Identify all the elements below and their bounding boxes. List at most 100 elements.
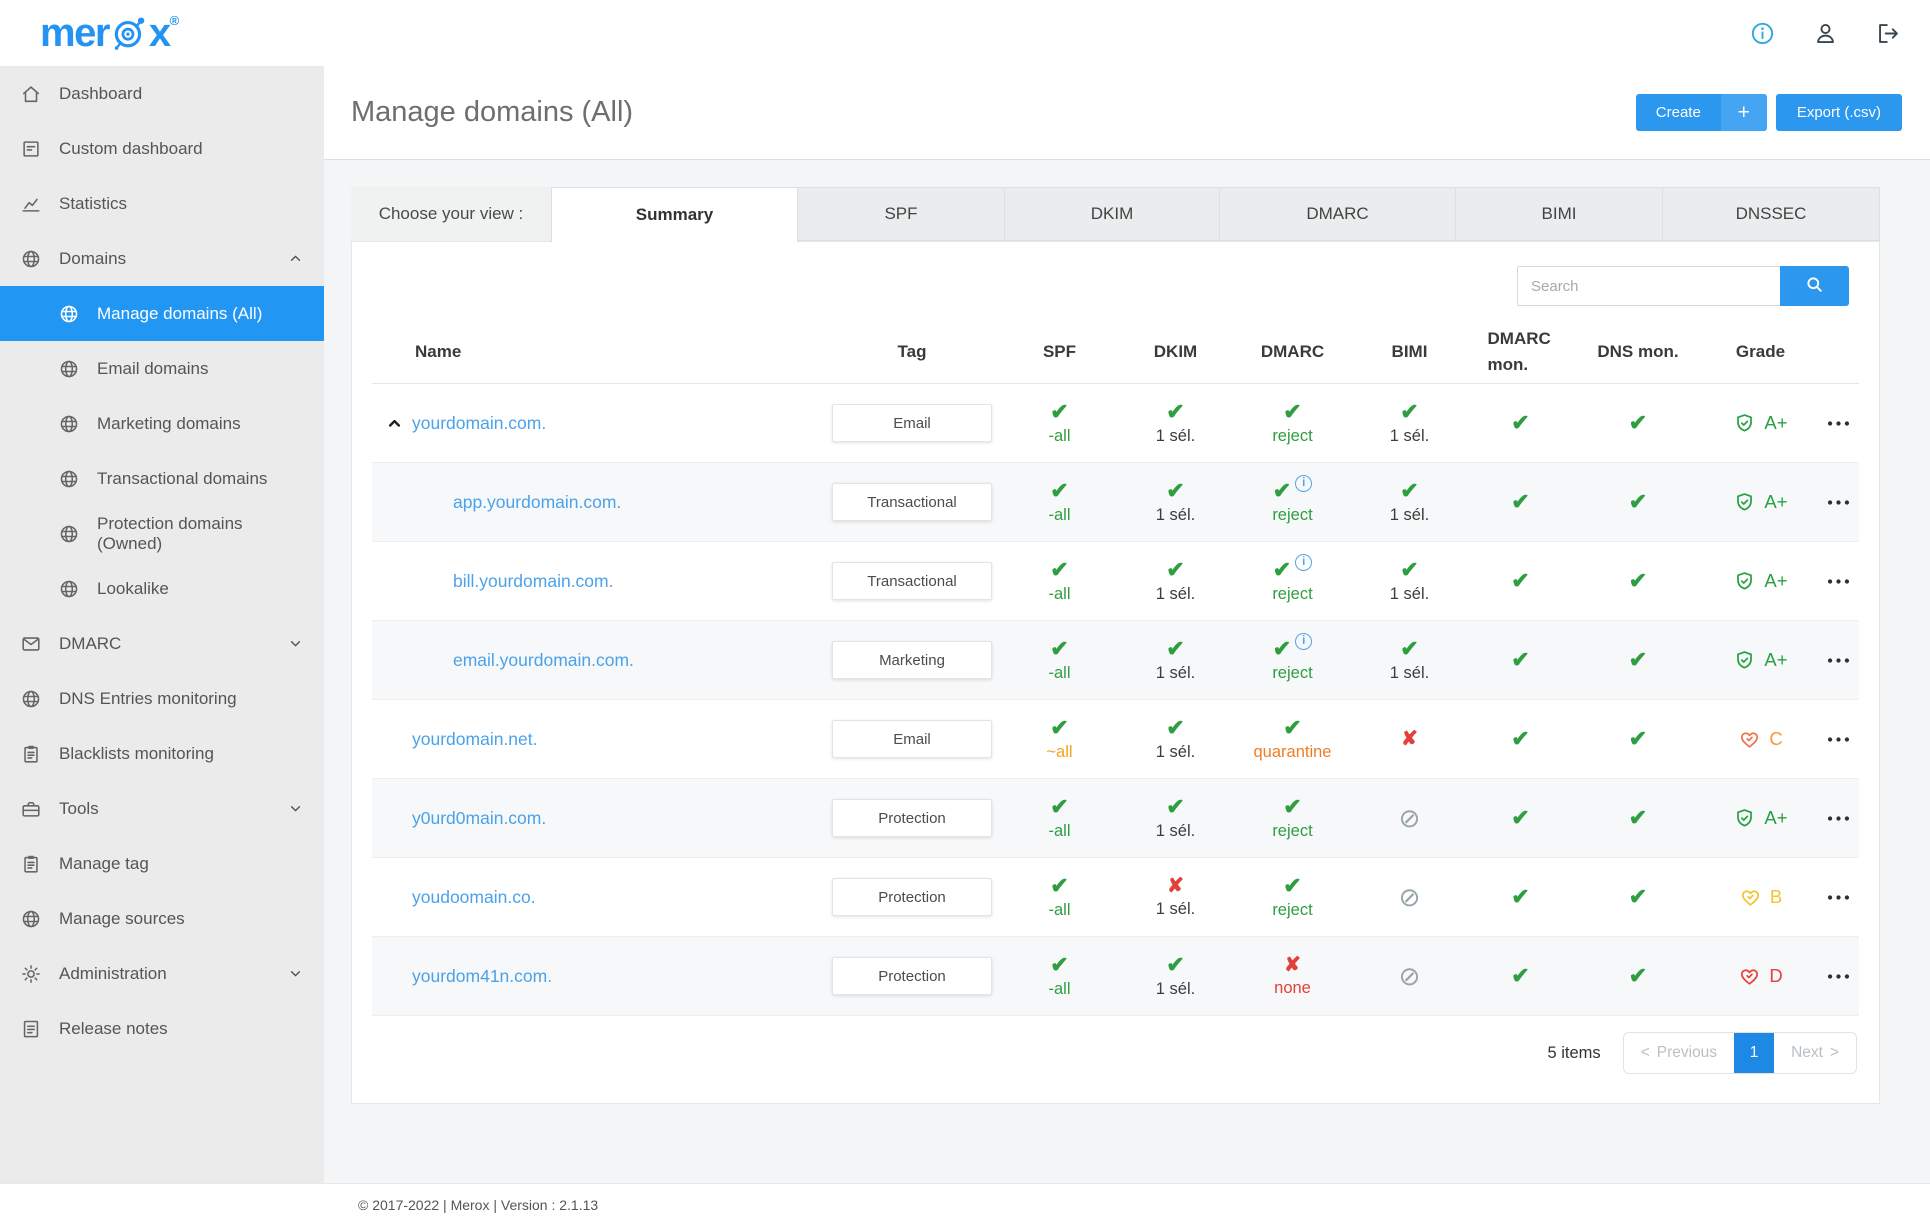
grade-letter: B [1769,886,1783,907]
grade-letter: A+ [1764,491,1788,512]
info-icon[interactable]: i [1295,632,1313,650]
column-header-grade: Grade [1735,341,1786,361]
check-icon: ✔ [1166,793,1185,819]
search-input[interactable] [1517,266,1780,306]
column-header-dns-mon: DNS mon. [1597,341,1679,361]
copyright-text: © 2017-2022 | Merox | Version : 2.1.13 [358,1197,599,1213]
row-actions-button[interactable] [1825,726,1852,753]
sidebar-item-lookalike[interactable]: Lookalike [0,561,324,616]
check-icon: ✔ [1511,726,1530,751]
sidebar-item-label: Marketing domains [97,413,241,433]
status-text: quarantine [1253,742,1332,761]
chart-icon [20,193,42,215]
table-row: yourdomain.com. Email ✔ -all ✔ 1 sél. ✔ reject ✔… [372,384,1859,463]
tab-dmarc[interactable]: DMARC [1220,187,1456,241]
sidebar-item-blacklists-monitoring[interactable]: Blacklists monitoring [0,726,324,781]
sidebar-item-tools[interactable]: Tools [0,781,324,836]
footer: © 2017-2022 | Merox | Version : 2.1.13 [0,1183,1930,1226]
collapse-caret-icon[interactable] [385,414,404,433]
grade-letter: A+ [1764,412,1788,433]
chevron-up-icon [287,250,304,267]
column-header-spf: SPF [1042,341,1077,361]
column-header-bimi: BIMI [1391,341,1428,361]
info-icon[interactable]: i [1295,474,1313,492]
status-text: 1 sél. [1389,426,1430,445]
table-row: email.yourdomain.com. Marketing ✔ -all ✔ 1 sé… [372,621,1859,700]
check-icon: ✔ [1050,714,1069,740]
previous-page-button[interactable]: < Previous [1624,1033,1734,1073]
check-icon: ✔ [1166,714,1185,740]
domain-link[interactable]: y0urd0main.com. [412,808,546,829]
sidebar-item-manage-sources[interactable]: Manage sources [0,891,324,946]
sidebar-item-domains[interactable]: Domains [0,231,324,286]
sidebar-item-custom-dashboard[interactable]: Custom dashboard [0,121,324,176]
sidebar-item-label: Statistics [59,193,128,213]
sidebar: Dashboard Custom dashboard Statistics Domai… [0,66,324,1183]
sidebar-item-transactional-domains[interactable]: Transactional domains [0,451,324,506]
sidebar-item-release-notes[interactable]: Release notes [0,1001,324,1056]
sidebar-item-dns-entries-monitoring[interactable]: DNS Entries monitoring [0,671,324,726]
sidebar-item-administration[interactable]: Administration [0,946,324,1001]
sidebar-item-dmarc[interactable]: DMARC [0,616,324,671]
check-icon: ✔ [1166,951,1185,977]
next-page-button[interactable]: Next > [1774,1033,1856,1073]
domain-link[interactable]: yourdom41n.com. [412,966,552,987]
tag-badge: Email [832,404,992,442]
shield-icon [1733,491,1756,514]
row-actions-button[interactable] [1825,410,1852,437]
domain-link[interactable]: email.yourdomain.com. [453,650,634,671]
tab-summary[interactable]: Summary [551,187,798,242]
sidebar-item-manage-tag[interactable]: Manage tag [0,836,324,891]
registered-mark: ® [169,13,180,28]
check-icon: ✔ [1166,477,1185,503]
tab-spf[interactable]: SPF [798,187,1005,241]
logo[interactable]: mer x ® [40,13,179,53]
user-icon[interactable] [1812,20,1839,47]
sidebar-item-marketing-domains[interactable]: Marketing domains [0,396,324,451]
view-tabs: Choose your view : Summary SPF DKIM DMARC BI… [351,187,1880,242]
sidebar-item-protection-domains-owned[interactable]: Protection domains (Owned) [0,506,324,561]
create-button[interactable]: Create + [1635,94,1767,131]
sidebar-item-dashboard[interactable]: Dashboard [0,66,324,121]
grade-badge: A+ [1733,412,1788,435]
row-actions-button[interactable] [1825,647,1852,674]
tab-dnssec[interactable]: DNSSEC [1663,187,1880,241]
current-page-button[interactable]: 1 [1734,1033,1775,1073]
logout-icon[interactable] [1875,20,1902,47]
prohibited-icon: ⊘ [1398,961,1421,991]
info-icon[interactable] [1749,20,1776,47]
toolbox-icon [20,798,42,820]
row-actions-button[interactable] [1825,489,1852,516]
domain-link[interactable]: yourdomain.com. [412,413,546,434]
shield-icon [1733,570,1756,593]
row-actions-button[interactable] [1825,805,1852,832]
tab-bimi[interactable]: BIMI [1456,187,1663,241]
info-icon[interactable]: i [1295,553,1313,571]
domain-link[interactable]: bill.yourdomain.com. [453,571,613,592]
cross-icon: ✘ [1401,728,1418,750]
sidebar-item-manage-domains-all[interactable]: Manage domains (All) [0,286,324,341]
check-icon: ✔ [1166,398,1185,424]
sidebar-item-label: Blacklists monitoring [59,743,214,763]
tab-dkim[interactable]: DKIM [1005,187,1220,241]
check-icon: ✔ [1628,568,1648,593]
domain-link[interactable]: youdoomain.co. [412,887,536,908]
row-actions-button[interactable] [1825,963,1852,990]
globe-icon [20,688,42,710]
row-actions-button[interactable] [1825,884,1852,911]
clipboard-icon [20,853,42,875]
status-text: -all [1048,584,1071,603]
globe-icon [20,908,42,930]
page-header: Manage domains (All) Create + Export (.c… [324,66,1930,160]
check-icon: ✔ [1628,647,1648,672]
domain-link[interactable]: app.yourdomain.com. [453,492,621,513]
export-csv-button[interactable]: Export (.csv) [1775,94,1902,131]
row-actions-button[interactable] [1825,568,1852,595]
sidebar-item-email-domains[interactable]: Email domains [0,341,324,396]
domains-table: Name Tag SPF DKIM DMARC BIMI DMARC mon. DNS mon… [372,320,1859,1016]
sidebar-item-statistics[interactable]: Statistics [0,176,324,231]
domain-link[interactable]: yourdomain.net. [412,729,538,750]
app-window: mer x ® Dashboard Custom dashboard Stati… [0,0,1930,1226]
search-button[interactable] [1780,266,1849,306]
status-text: 1 sél. [1155,979,1196,998]
